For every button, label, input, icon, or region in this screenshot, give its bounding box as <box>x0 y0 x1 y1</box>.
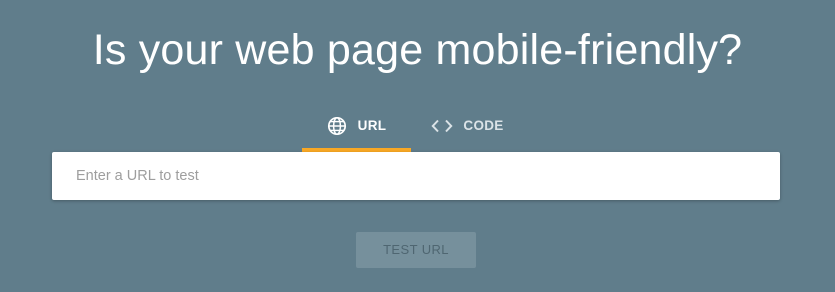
url-input[interactable] <box>52 152 780 200</box>
url-input-container <box>52 152 780 200</box>
tab-url[interactable]: URL <box>302 106 411 152</box>
code-icon <box>431 119 453 133</box>
tab-code[interactable]: CODE <box>413 106 522 152</box>
tab-url-label: URL <box>357 118 387 133</box>
globe-icon <box>327 116 347 136</box>
test-url-button[interactable]: TEST URL <box>356 232 476 268</box>
input-mode-tabs: URL CODE <box>302 106 522 152</box>
tab-code-label: CODE <box>463 118 504 133</box>
page-title: Is your web page mobile-friendly? <box>92 26 743 74</box>
